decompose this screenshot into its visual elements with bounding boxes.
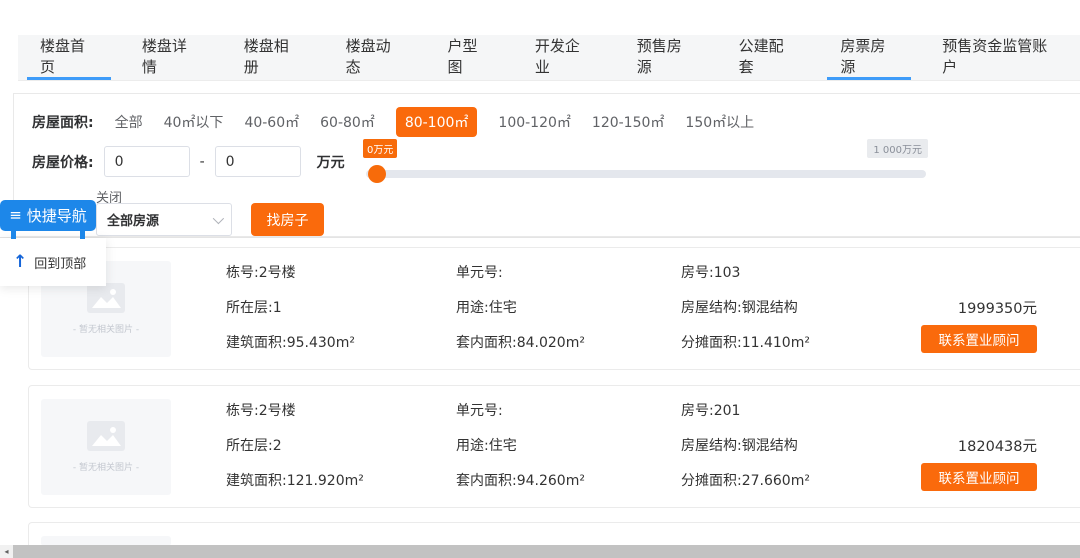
contact-advisor-button[interactable]: 联系置业顾问 xyxy=(921,463,1037,491)
horizontal-scrollbar[interactable]: ◂ xyxy=(0,545,1080,558)
listing-usage: 用途:住宅 xyxy=(456,291,585,326)
chevron-down-icon xyxy=(213,212,224,223)
price-slider-max-badge: 1 000万元 xyxy=(867,139,928,158)
tab-building-news[interactable]: 楼盘动态 xyxy=(333,35,417,80)
no-image-icon xyxy=(87,421,125,451)
no-image-text: - 暂无相关图片 - xyxy=(73,460,139,473)
project-tab-bar: 楼盘首页 楼盘详情 楼盘相册 楼盘动态 户型图 开发企业 预售房源 公建配套 房… xyxy=(18,35,1080,81)
listing-gross-area: 建筑面积:95.430m² xyxy=(226,326,355,361)
listing-type-select[interactable]: 全部房源 xyxy=(96,203,232,236)
area-option-120-150[interactable]: 120-150㎡ xyxy=(592,112,665,132)
price-unit-label: 万元 xyxy=(317,152,345,172)
listing-inner-area: 套内面积:94.260m² xyxy=(456,464,585,499)
area-filter-row: 房屋面积: 全部 40㎡以下 40-60㎡ 60-80㎡ 80-100㎡ 100… xyxy=(32,107,754,137)
price-slider-track[interactable]: 0万元 1 000万元 xyxy=(366,170,926,178)
tab-building-album[interactable]: 楼盘相册 xyxy=(231,35,315,80)
no-image-text: - 暂无相关图片 - xyxy=(73,322,139,335)
back-to-top-label: 回到顶部 xyxy=(34,253,86,272)
price-filter-label: 房屋价格: xyxy=(32,152,94,172)
listing-gross-area: 建筑面积:121.920m² xyxy=(226,464,364,499)
listing-detail-column: 单元号: 用途:住宅 套内面积:84.020m² xyxy=(456,256,585,361)
tab-building-home[interactable]: 楼盘首页 xyxy=(27,35,111,80)
listing-shared-area: 分摊面积:11.410m² xyxy=(681,326,810,361)
price-max-input[interactable] xyxy=(215,146,301,177)
tab-developer[interactable]: 开发企业 xyxy=(522,35,606,80)
listing-price: 1820438元 xyxy=(869,435,1037,456)
listing-floor: 所在层:1 xyxy=(226,291,355,326)
quick-nav-button[interactable]: ≡ 快捷导航 xyxy=(0,200,96,231)
content-divider xyxy=(0,237,1080,238)
tab-building-detail[interactable]: 楼盘详情 xyxy=(129,35,213,80)
listing-building: 栋号:2号楼 xyxy=(226,256,355,291)
listing-room: 房号:201 xyxy=(681,394,810,429)
area-option-40-60[interactable]: 40-60㎡ xyxy=(244,112,299,132)
tab-public-facilities[interactable]: 公建配套 xyxy=(726,35,810,80)
listing-usage: 用途:住宅 xyxy=(456,429,585,464)
price-range-separator: - xyxy=(200,154,205,170)
listing-floor: 所在层:2 xyxy=(226,429,364,464)
listing-unit: 单元号: xyxy=(456,394,585,429)
contact-advisor-button[interactable]: 联系置业顾问 xyxy=(921,325,1037,353)
listing-detail-column: 单元号: 用途:住宅 套内面积:94.260m² xyxy=(456,394,585,499)
listing-structure: 房屋结构:钢混结构 xyxy=(681,291,810,326)
listing-building: 栋号:2号楼 xyxy=(226,394,364,429)
listing-type-value: 全部房源 xyxy=(107,210,159,229)
tab-presale-fund-account[interactable]: 预售资金监管账户 xyxy=(929,35,1071,80)
scroll-left-button[interactable]: ◂ xyxy=(0,545,13,558)
listing-room: 房号:103 xyxy=(681,256,810,291)
price-slider-current-badge: 0万元 xyxy=(363,139,397,158)
price-min-input[interactable] xyxy=(104,146,190,177)
area-option-all[interactable]: 全部 xyxy=(115,112,143,132)
no-image-icon xyxy=(87,283,125,313)
listing-price: 1999350元 xyxy=(869,297,1037,318)
filter-panel: 房屋面积: 全部 40㎡以下 40-60㎡ 60-80㎡ 80-100㎡ 100… xyxy=(13,93,1080,237)
listing-thumbnail-placeholder: - 暂无相关图片 - xyxy=(41,399,171,495)
price-filter-row: 房屋价格: - 万元 xyxy=(32,146,345,177)
listing-card: - 暂无相关图片 - 栋号:2号楼 所在层:2 建筑面积:121.920m² 单… xyxy=(28,385,1080,508)
listing-detail-column: 房号:103 房屋结构:钢混结构 分摊面积:11.410m² xyxy=(681,256,810,361)
find-house-button[interactable]: 找房子 xyxy=(251,203,324,236)
tab-housing-ticket-listings[interactable]: 房票房源 xyxy=(827,35,911,80)
listing-detail-column: 栋号:2号楼 所在层:2 建筑面积:121.920m² xyxy=(226,394,364,499)
listing-inner-area: 套内面积:84.020m² xyxy=(456,326,585,361)
area-option-under-40[interactable]: 40㎡以下 xyxy=(164,112,224,132)
listing-detail-column: 房号:201 房屋结构:钢混结构 分摊面积:27.660m² xyxy=(681,394,810,499)
listing-card: - 暂无相关图片 - 栋号:2号楼 所在层:1 建筑面积:95.430m² 单元… xyxy=(28,247,1080,370)
area-option-over-150[interactable]: 150㎡以上 xyxy=(685,112,754,132)
listing-unit: 单元号: xyxy=(456,256,585,291)
listing-structure: 房屋结构:钢混结构 xyxy=(681,429,810,464)
listing-shared-area: 分摊面积:27.660m² xyxy=(681,464,810,499)
up-arrow-icon: ↑ xyxy=(13,252,27,272)
scrollbar-thumb[interactable] xyxy=(13,545,1080,558)
quick-nav-label: 快捷导航 xyxy=(27,205,87,226)
area-option-60-80[interactable]: 60-80㎡ xyxy=(320,112,375,132)
tab-presale-listings[interactable]: 预售房源 xyxy=(624,35,708,80)
tab-floor-plan[interactable]: 户型图 xyxy=(434,35,503,80)
area-option-100-120[interactable]: 100-120㎡ xyxy=(498,112,571,132)
area-filter-label: 房屋面积: xyxy=(32,112,94,132)
listing-detail-column: 栋号:2号楼 所在层:1 建筑面积:95.430m² xyxy=(226,256,355,361)
price-slider-handle[interactable] xyxy=(368,165,386,183)
menu-icon: ≡ xyxy=(9,208,22,223)
area-option-80-100-selected[interactable]: 80-100㎡ xyxy=(396,107,478,137)
back-to-top-button[interactable]: ↑ 回到顶部 xyxy=(0,238,106,286)
